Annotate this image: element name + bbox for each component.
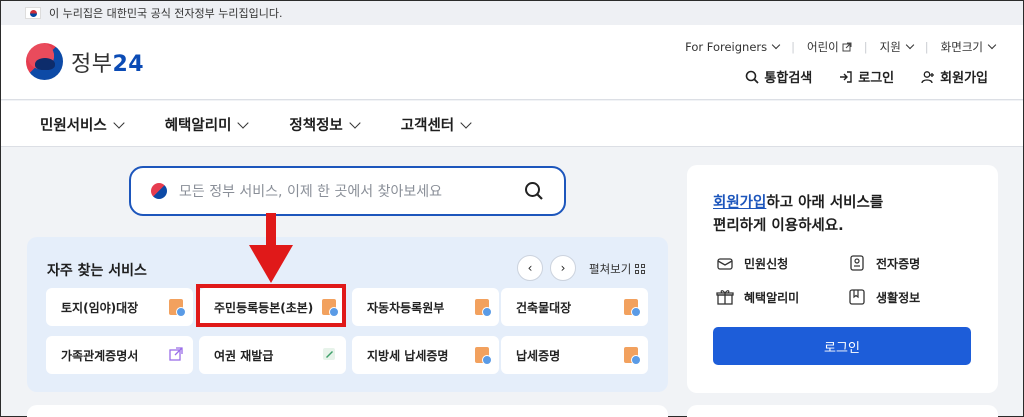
official-notice: 이 누리집은 대한민국 공식 전자정부 누리집입니다. <box>49 7 283 20</box>
certificate-icon <box>847 253 867 273</box>
intro-text: 하고 아래 서비스를 <box>766 195 884 211</box>
kids-link[interactable]: 어린이 <box>807 39 852 55</box>
service-card-building-register[interactable]: 건축물대장 <box>501 288 648 326</box>
bookmark-icon <box>847 287 867 307</box>
edit-icon <box>323 348 335 360</box>
nav-customer-center[interactable]: 고객센터 <box>401 114 472 135</box>
nav-policy-info[interactable]: 정책정보 <box>289 114 361 135</box>
chevron-down-icon <box>237 116 250 129</box>
logo-number: 24 <box>112 51 145 77</box>
user-add-icon <box>921 70 935 83</box>
grid-icon <box>635 264 646 274</box>
login-link[interactable]: 로그인 <box>839 67 894 86</box>
chevron-down-icon <box>349 116 361 129</box>
prev-button[interactable]: ‹ <box>517 255 543 281</box>
signup-promo-panel: 회원가입하고 아래 서비스를 편리하게 이용하세요. 민원신청 전자증명 혜택알… <box>687 165 998 393</box>
service-card-local-tax-certificate[interactable]: 지방세 납세증명 <box>352 336 499 374</box>
gift-icon <box>715 287 735 307</box>
official-site-banner: 이 누리집은 대한민국 공식 전자정부 누리집입니다. <box>1 1 1023 25</box>
taegeuk-logo-icon <box>26 43 63 80</box>
search-icon[interactable] <box>524 181 544 201</box>
integrated-search-button[interactable]: 통합검색 <box>745 67 812 86</box>
document-icon <box>624 347 641 365</box>
service-card-tax-certificate[interactable]: 납세증명 <box>501 336 648 374</box>
chevron-left-icon: ‹ <box>527 261 533 275</box>
support-menu[interactable]: 지원 <box>880 39 915 55</box>
envelope-icon <box>715 253 735 273</box>
next-section-card <box>27 405 668 417</box>
service-card-vehicle-register[interactable]: 자동차등록원부 <box>352 288 499 326</box>
screen-size-menu[interactable]: 화면크기 <box>941 39 997 55</box>
nav-benefits[interactable]: 혜택알리미 <box>165 114 250 135</box>
main-nav: 민원서비스 혜택알리미 정책정보 고객센터 <box>1 101 1023 147</box>
login-icon <box>840 70 852 83</box>
intro-text-line2: 편리하게 이용하세요. <box>713 218 844 234</box>
next-button[interactable]: › <box>550 255 576 281</box>
service-card-land-register[interactable]: 토지(임야)대장 <box>46 288 193 326</box>
service-civil-application[interactable]: 민원신청 <box>715 253 788 273</box>
service-benefit-alert[interactable]: 혜택알리미 <box>715 287 799 307</box>
for-foreigners-link[interactable]: For Foreigners <box>685 40 781 54</box>
document-icon <box>475 347 492 365</box>
taegeuk-mini-icon <box>151 183 167 199</box>
document-icon <box>169 299 186 317</box>
site-header: 정부24 For Foreigners | 어린이 | 지원 | 화면크기 통합… <box>1 25 1023 100</box>
service-e-certificate[interactable]: 전자증명 <box>847 253 920 273</box>
utility-menu: For Foreigners | 어린이 | 지원 | 화면크기 <box>685 39 997 55</box>
korea-flag-icon <box>25 7 41 19</box>
document-icon <box>624 299 641 317</box>
search-input[interactable]: 모든 정부 서비스, 이제 한 곳에서 찾아보세요 <box>129 166 566 216</box>
service-card-passport-reissue[interactable]: 여권 재발급 <box>199 336 346 374</box>
next-side-card <box>687 405 998 417</box>
frequent-services-title: 자주 찾는 서비스 <box>47 263 147 279</box>
login-button[interactable]: 로그인 <box>713 327 971 365</box>
chevron-right-icon: › <box>560 261 566 275</box>
service-life-info[interactable]: 생활정보 <box>847 287 920 307</box>
signup-inline-link[interactable]: 회원가입 <box>713 195 766 211</box>
logo-text: 정부 <box>71 51 113 77</box>
chevron-down-icon <box>113 116 125 129</box>
gov24-logo[interactable]: 정부24 <box>26 43 144 80</box>
nav-civil-services[interactable]: 민원서비스 <box>40 114 125 135</box>
external-link-icon <box>169 347 183 361</box>
document-icon <box>475 299 492 317</box>
search-placeholder: 모든 정부 서비스, 이제 한 곳에서 찾아보세요 <box>179 184 442 200</box>
red-arrow-annotation <box>249 213 293 283</box>
expand-all-button[interactable]: 펼쳐보기 <box>589 261 646 277</box>
service-card-family-relation[interactable]: 가족관계증명서 <box>46 336 193 374</box>
search-icon <box>746 70 760 84</box>
signup-link[interactable]: 회원가입 <box>921 67 988 86</box>
highlight-box <box>196 284 346 327</box>
external-link-icon <box>842 42 852 52</box>
chevron-down-icon <box>460 116 472 129</box>
header-actions: 통합검색 로그인 회원가입 <box>745 67 988 86</box>
